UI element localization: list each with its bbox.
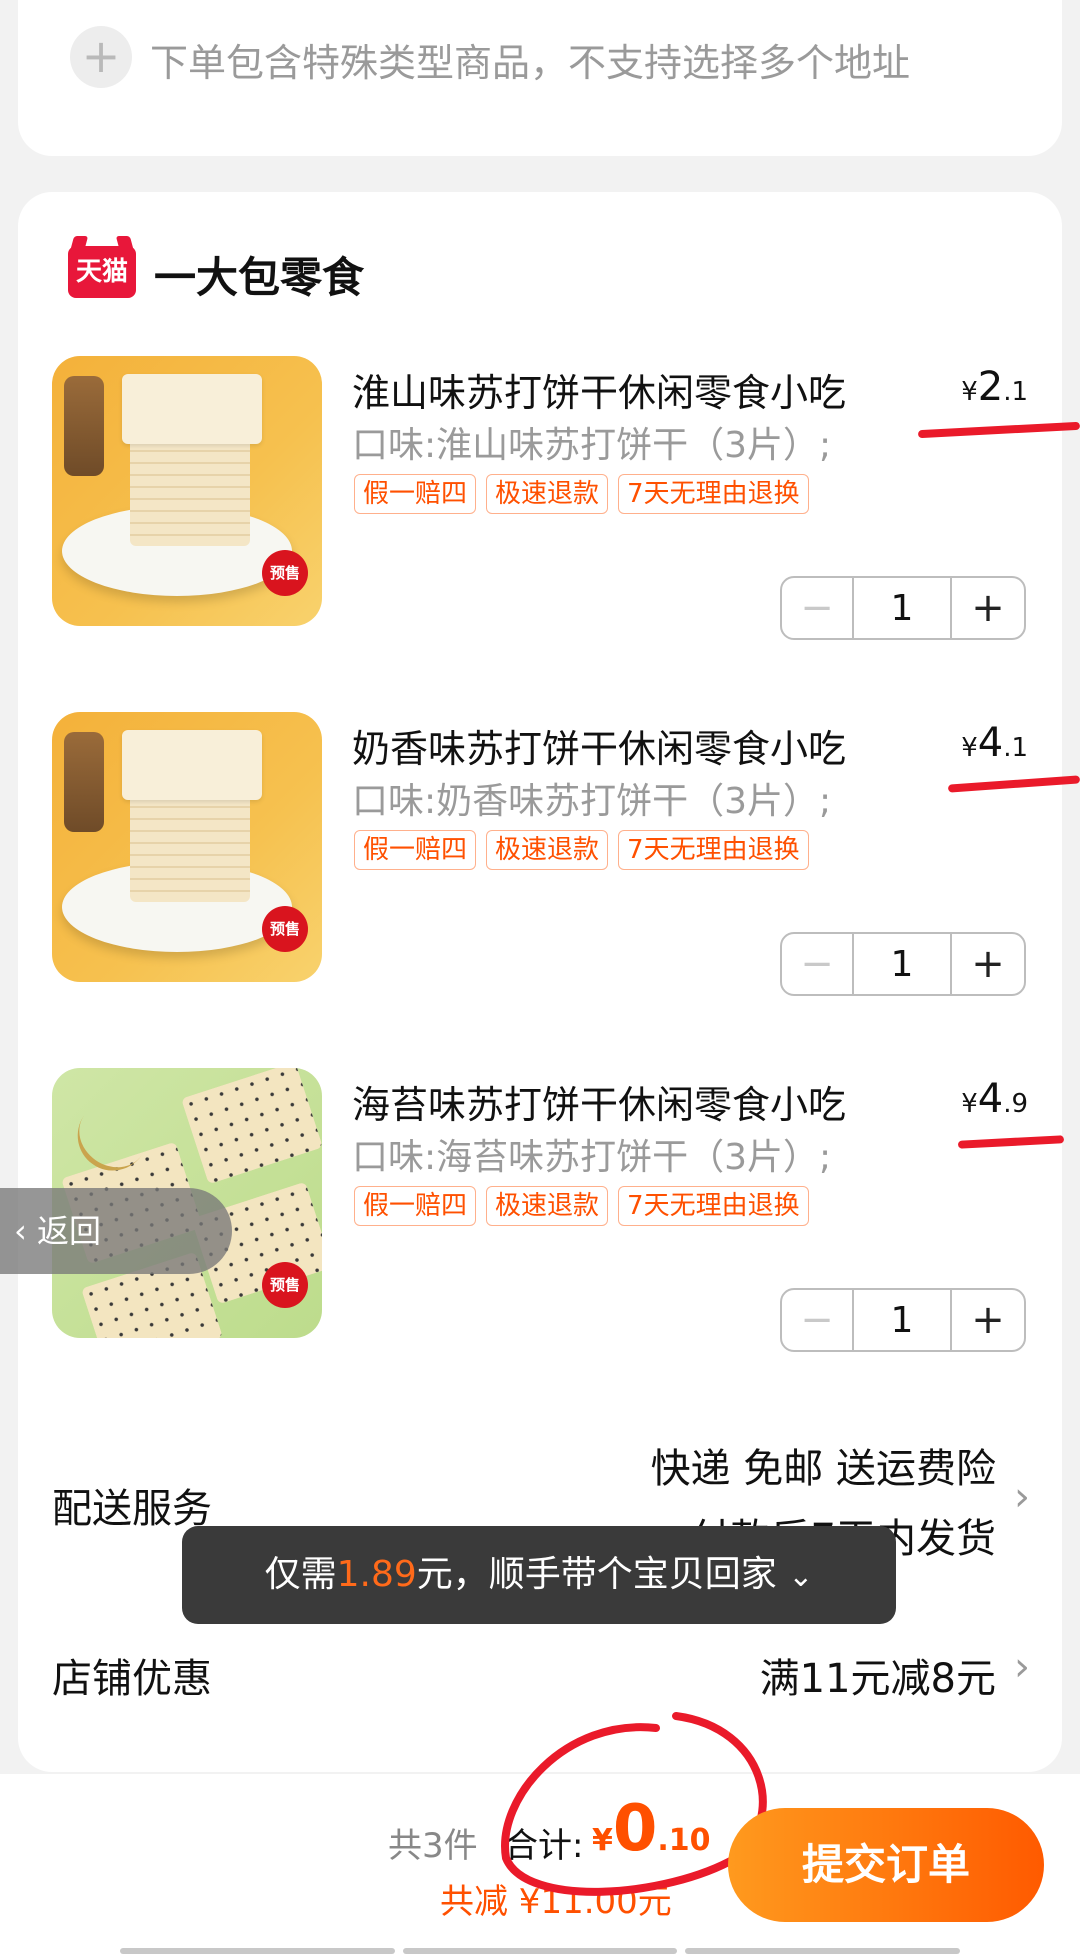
tag-fast-refund: 极速退款 — [486, 830, 609, 870]
quantity-value[interactable]: 1 — [854, 1290, 952, 1350]
tag-fast-refund: 极速退款 — [486, 1186, 609, 1226]
annotation-underline — [917, 421, 1080, 439]
quantity-value[interactable]: 1 — [854, 934, 952, 994]
item-price: ¥4.9 — [961, 1076, 1028, 1122]
quantity-stepper: − 1 + — [780, 576, 1026, 640]
home-indicator — [120, 1948, 961, 1954]
decrease-button[interactable]: − — [782, 934, 854, 994]
price-integer: 4 — [977, 720, 1004, 766]
address-card: + 下单包含特殊类型商品，不支持选择多个地址 — [18, 0, 1062, 156]
tag-fake-compensation: 假一赔四 — [354, 830, 477, 870]
address-notice: 下单包含特殊类型商品，不支持选择多个地址 — [150, 41, 911, 85]
product-title[interactable]: 海苔味苏打饼干休闲零食小吃 — [352, 1074, 846, 1129]
chevron-right-icon[interactable]: › — [1014, 1644, 1030, 1690]
price-symbol: ¥ — [961, 1089, 978, 1119]
presale-badge: 预售 — [262, 1262, 308, 1308]
back-label: 返回 — [36, 1212, 101, 1250]
quantity-stepper: − 1 + — [780, 1288, 1026, 1352]
service-tags: 假一赔四 极速退款 7天无理由退换 — [354, 1186, 809, 1226]
presale-badge: 预售 — [262, 906, 308, 952]
cracker-top-shape — [122, 730, 262, 800]
store-coupon-value[interactable]: 满11元减8元 — [760, 1646, 996, 1704]
tag-7day-return: 7天无理由退换 — [618, 474, 809, 514]
annotation-underline — [957, 1135, 1065, 1149]
store-coupon-label: 店铺优惠 — [52, 1656, 212, 1702]
chevron-right-icon[interactable]: › — [1014, 1474, 1030, 1520]
item-count: 共3件 — [388, 1826, 478, 1866]
submit-order-button[interactable]: 提交订单 — [728, 1808, 1044, 1922]
product-image[interactable]: 预售 — [52, 356, 322, 626]
service-tags: 假一赔四 极速退款 7天无理由退换 — [354, 830, 809, 870]
product-spec[interactable]: 口味:海苔味苏打饼干（3片）; — [352, 1128, 831, 1180]
price-decimal: .1 — [1003, 733, 1028, 763]
double-chevron-down-icon: ⌄ — [788, 1559, 814, 1594]
price-decimal: .1 — [1003, 377, 1028, 407]
presale-badge: 预售 — [262, 550, 308, 596]
add-on-toast[interactable]: 仅需1.89元，顺手带个宝贝回家 ⌄ — [182, 1526, 896, 1624]
cart-item: 预售 奶香味苏打饼干休闲零食小吃 口味:奶香味苏打饼干（3片）; 假一赔四 极速… — [0, 712, 1080, 996]
item-price: ¥2.1 — [961, 364, 1028, 410]
tin-shape — [64, 732, 104, 832]
price-decimal: .9 — [1003, 1089, 1028, 1119]
tin-shape — [64, 376, 104, 476]
delivery-label: 配送服务 — [52, 1486, 212, 1532]
increase-button[interactable]: + — [952, 934, 1024, 994]
delivery-line1[interactable]: 快递 免邮 送运费险 — [651, 1436, 996, 1494]
service-tags: 假一赔四 极速退款 7天无理由退换 — [354, 474, 809, 514]
increase-button[interactable]: + — [952, 1290, 1024, 1350]
checkout-bar: 共3件 合计: ¥0.10 共减 ¥11.00元 提交订单 — [0, 1712, 1080, 1960]
decrease-button[interactable]: − — [782, 578, 854, 638]
decrease-button[interactable]: − — [782, 1290, 854, 1350]
back-button[interactable]: ‹ 返回 — [0, 1188, 232, 1274]
tag-7day-return: 7天无理由退换 — [618, 1186, 809, 1226]
item-price: ¥4.1 — [961, 720, 1028, 766]
tag-fast-refund: 极速退款 — [486, 474, 609, 514]
product-title[interactable]: 奶香味苏打饼干休闲零食小吃 — [352, 718, 846, 773]
quantity-stepper: − 1 + — [780, 932, 1026, 996]
price-symbol: ¥ — [961, 733, 978, 763]
toast-suffix: 元，顺手带个宝贝回家 — [416, 1554, 777, 1595]
quantity-value[interactable]: 1 — [854, 578, 952, 638]
product-image[interactable]: 预售 — [52, 712, 322, 982]
product-spec[interactable]: 口味:奶香味苏打饼干（3片）; — [352, 772, 831, 824]
store-name[interactable]: 一大包零食 — [154, 244, 364, 305]
cart-item: 预售 淮山味苏打饼干休闲零食小吃 口味:淮山味苏打饼干（3片）; 假一赔四 极速… — [0, 356, 1080, 640]
product-spec[interactable]: 口味:淮山味苏打饼干（3片）; — [352, 416, 831, 468]
annotation-underline — [947, 775, 1080, 793]
biscuit-shape — [181, 1068, 322, 1185]
tmall-logo-icon: 天猫 — [68, 246, 136, 298]
home-indicator-segment — [685, 1948, 961, 1954]
tag-fake-compensation: 假一赔四 — [354, 1186, 477, 1226]
home-indicator-segment — [120, 1948, 395, 1954]
product-title[interactable]: 淮山味苏打饼干休闲零食小吃 — [352, 362, 846, 417]
toast-amount: 1.89 — [336, 1554, 417, 1595]
tag-7day-return: 7天无理由退换 — [618, 830, 809, 870]
chevron-left-icon: ‹ — [14, 1212, 37, 1250]
price-integer: 2 — [977, 364, 1004, 410]
home-indicator-segment — [402, 1948, 678, 1954]
increase-button[interactable]: + — [952, 578, 1024, 638]
tag-fake-compensation: 假一赔四 — [354, 474, 477, 514]
price-symbol: ¥ — [961, 377, 978, 407]
price-integer: 4 — [977, 1076, 1004, 1122]
cracker-top-shape — [122, 374, 262, 444]
toast-prefix: 仅需 — [264, 1554, 337, 1595]
add-address-icon[interactable]: + — [70, 26, 132, 88]
